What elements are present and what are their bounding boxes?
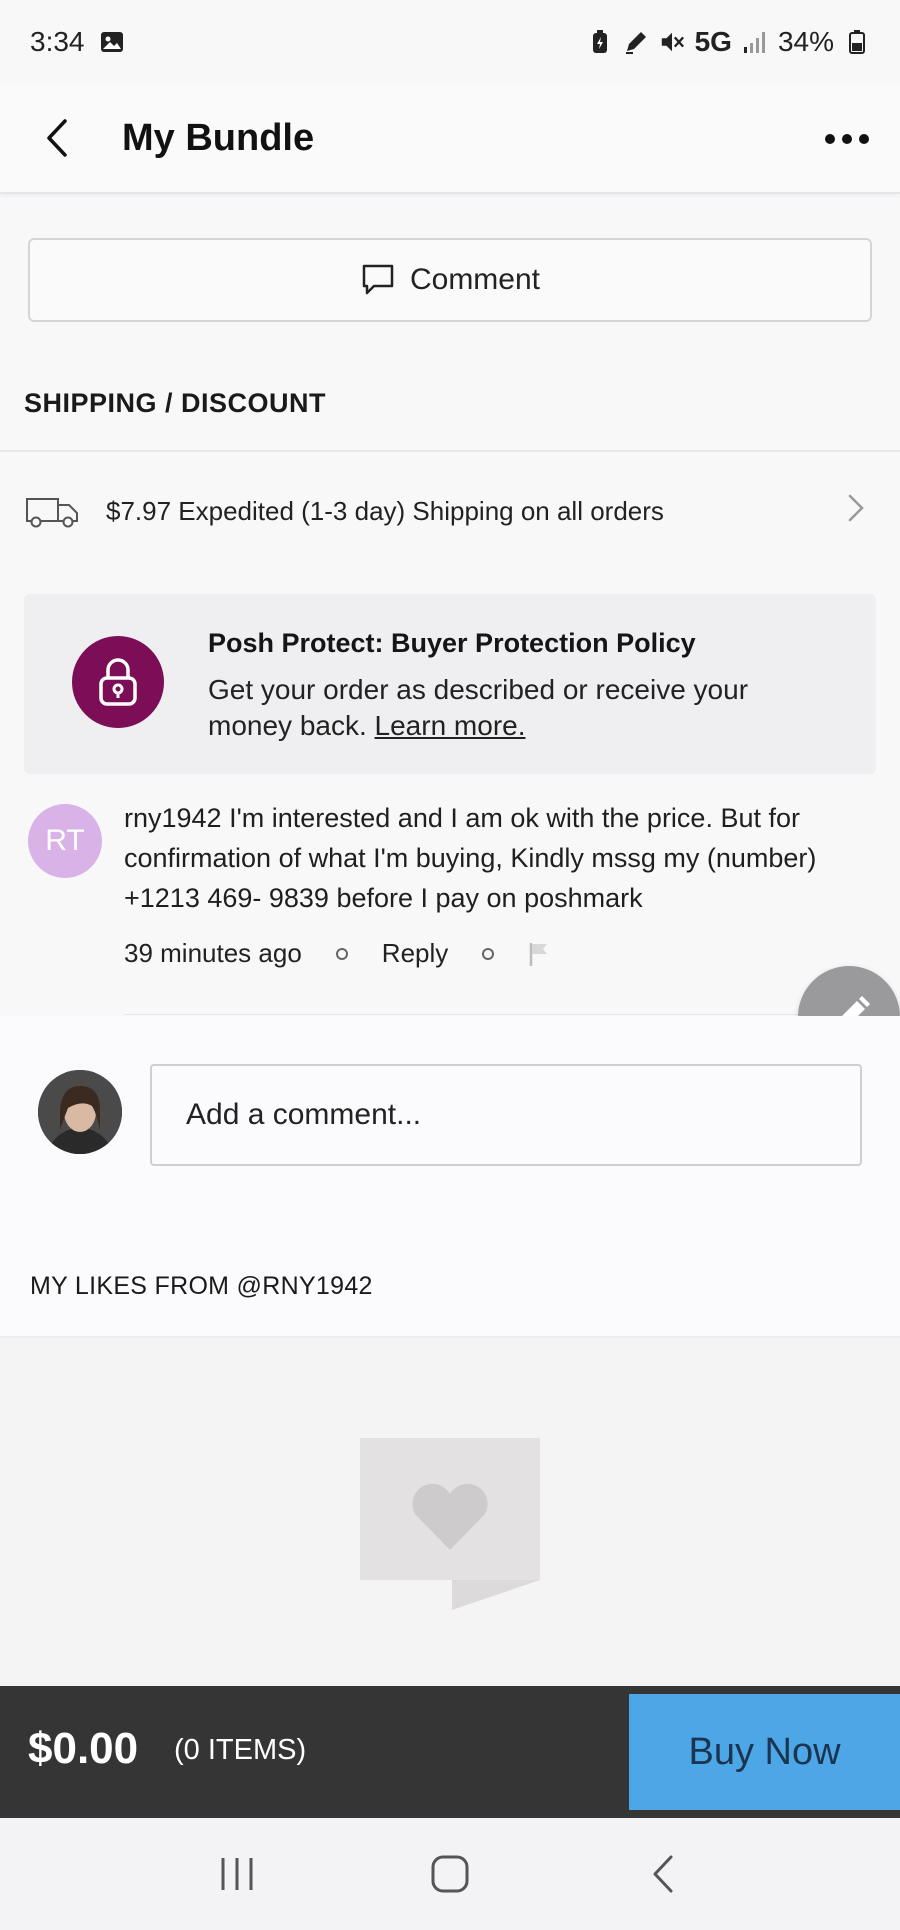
protection-title: Posh Protect: Buyer Protection Policy [208, 628, 696, 658]
shipping-text: $7.97 Expedited (1-3 day) Shipping on al… [106, 495, 664, 526]
gallery-icon [99, 29, 125, 55]
comment-meta: 39 minutes ago Reply [124, 938, 550, 969]
comment-divider [124, 1014, 900, 1015]
lock-badge [72, 636, 164, 728]
battery-saver-icon [587, 29, 613, 55]
recent-apps-button[interactable] [207, 1844, 267, 1904]
likes-section-title: MY LIKES FROM @RNY1942 [30, 1272, 373, 1300]
system-nav-bar [0, 1818, 900, 1930]
app-header: My Bundle [0, 84, 900, 194]
comment-item: RT rny1942 I'm interested and I am ok wi… [0, 790, 900, 1016]
truck-icon [26, 498, 78, 528]
back-arrow-icon [47, 119, 67, 157]
reply-button[interactable]: Reply [382, 938, 448, 969]
home-button[interactable] [420, 1844, 480, 1904]
likes-area [0, 1336, 900, 1686]
chevron-right-icon [848, 494, 864, 522]
shipping-section-title: SHIPPING / DISCOUNT [24, 388, 327, 418]
checkout-bar: $0.00 (0 ITEMS) Buy Now [0, 1686, 900, 1818]
total-price: $0.00 [28, 1724, 139, 1773]
separator-dot [335, 947, 348, 960]
separator-dot [482, 947, 495, 960]
buyer-protection-card: Posh Protect: Buyer Protection Policy Ge… [24, 594, 876, 774]
battery-icon [844, 29, 870, 55]
page-title: My Bundle [122, 116, 315, 159]
status-left: 3:34 [30, 26, 125, 58]
speech-bubble-icon [362, 264, 394, 295]
mute-icon [659, 29, 685, 55]
buy-now-button[interactable]: Buy Now [629, 1694, 900, 1810]
more-options-button[interactable] [822, 114, 872, 164]
comment-button[interactable]: Comment [28, 238, 872, 322]
items-count: (0 ITEMS) [174, 1734, 307, 1766]
home-icon [431, 1855, 469, 1893]
add-comment-area: Add a comment... MY LIKES FROM @RNY1942 [0, 1016, 900, 1336]
nav-back-button[interactable] [633, 1844, 693, 1904]
pen-icon [623, 29, 649, 55]
avatar[interactable] [38, 1070, 122, 1154]
comment-time: 39 minutes ago [124, 938, 302, 968]
status-bar: 3:34 5G 34% [0, 0, 900, 84]
commenter-avatar[interactable]: RT [28, 804, 102, 878]
lock-icon [99, 658, 137, 706]
network-type: 5G [694, 26, 732, 57]
comment-text: rny1942 I'm interested and I am ok with … [124, 803, 817, 913]
shipping-row[interactable]: $7.97 Expedited (1-3 day) Shipping on al… [0, 452, 900, 570]
add-comment-input[interactable]: Add a comment... [150, 1064, 862, 1166]
signal-icon [742, 29, 768, 55]
comment-button-label: Comment [409, 263, 541, 296]
learn-more-link[interactable]: Learn more. [375, 710, 526, 741]
empty-likes-heart-icon [360, 1438, 540, 1610]
status-time: 3:34 [30, 26, 85, 57]
flag-icon[interactable] [528, 941, 550, 967]
more-dots-icon [825, 134, 869, 144]
status-right: 5G 34% [587, 26, 870, 58]
back-button[interactable] [28, 108, 88, 168]
protection-body: Get your order as described or receive y… [208, 672, 828, 744]
battery-percent: 34% [777, 26, 834, 57]
nav-back-icon [653, 1855, 673, 1893]
recent-apps-icon [221, 1858, 253, 1890]
